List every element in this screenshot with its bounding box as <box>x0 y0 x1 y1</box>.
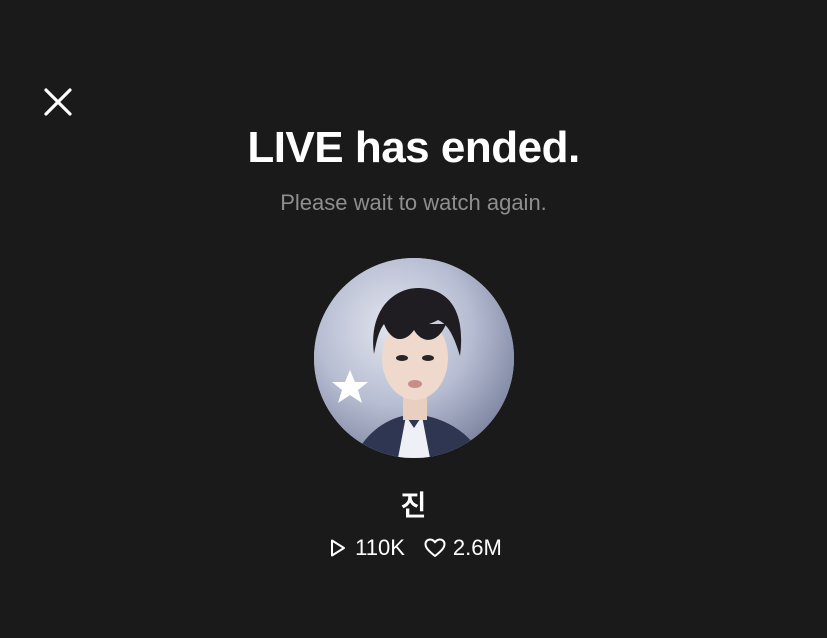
heart-icon <box>424 538 446 557</box>
stats-row: 110K 2.6M <box>0 535 827 561</box>
likes-stat: 2.6M <box>423 535 502 561</box>
page-subtitle: Please wait to watch again. <box>280 190 547 215</box>
close-button[interactable] <box>36 80 80 124</box>
close-icon <box>44 88 72 116</box>
live-ended-screen: LIVE has ended. Please wait to watch aga… <box>0 0 827 638</box>
avatar-image <box>314 258 514 458</box>
likes-count: 2.6M <box>452 535 502 560</box>
streamer-name: 진 <box>400 490 427 521</box>
views-stat: 110K <box>325 535 405 561</box>
views-count: 110K <box>355 535 405 560</box>
play-icon <box>331 539 346 557</box>
avatar[interactable] <box>314 258 514 458</box>
page-title: LIVE has ended. <box>247 123 580 172</box>
